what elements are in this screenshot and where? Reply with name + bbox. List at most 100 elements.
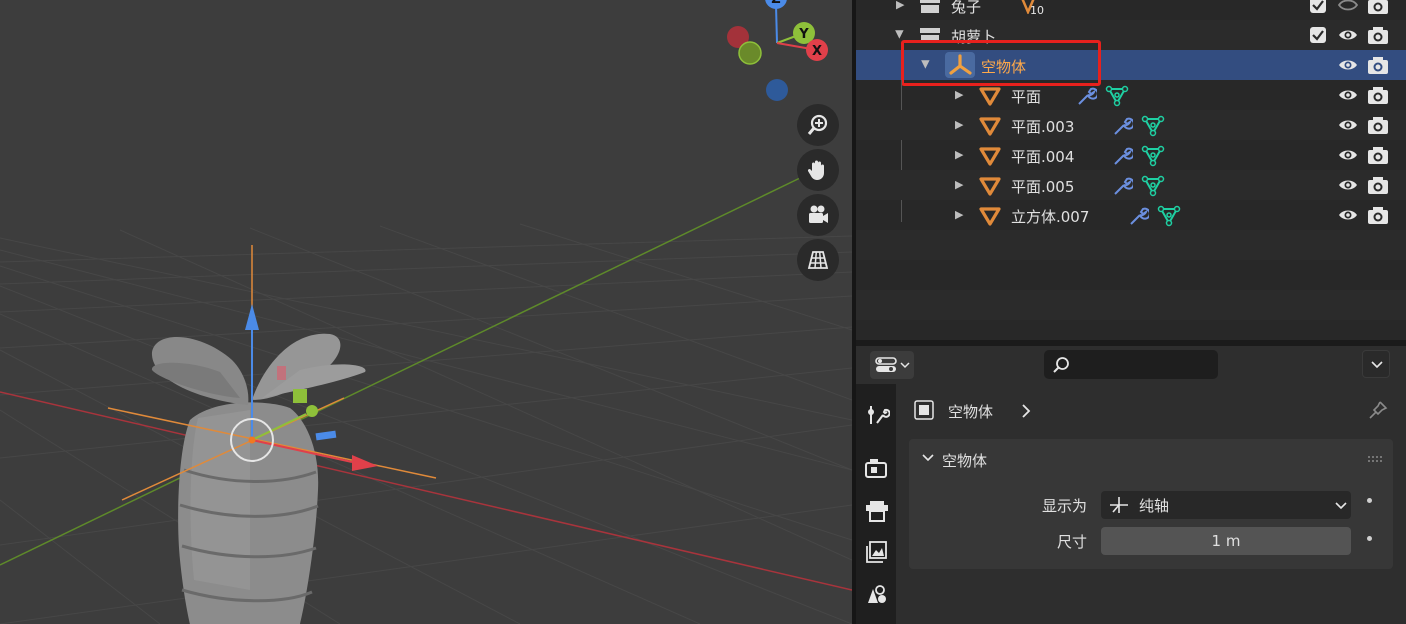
pan-button[interactable] <box>797 149 839 191</box>
pin-icon[interactable] <box>1368 400 1388 420</box>
chevron-down-icon[interactable] <box>921 453 935 463</box>
exclude-checkbox[interactable] <box>1309 0 1327 14</box>
expand-arrow-icon[interactable]: ▶ <box>955 88 963 101</box>
outliner-row[interactable]: ▶ 立方体.007 <box>856 200 1406 230</box>
outliner-empty-row <box>856 290 1406 320</box>
keyframe-dot[interactable] <box>1367 536 1372 541</box>
visibility-eye-icon[interactable] <box>1337 176 1359 194</box>
outliner-item-label: 平面 <box>1011 88 1042 106</box>
outliner-row[interactable]: ▶ 平面.005 <box>856 170 1406 200</box>
properties-editor-icon <box>875 357 897 372</box>
expand-arrow-icon[interactable]: ▶ <box>955 148 963 161</box>
display-as-label: 显示为 <box>1041 497 1087 515</box>
output-properties-icon[interactable] <box>864 499 890 525</box>
empty-object-panel: 空物体 显示为 纯轴 尺寸 1 m <box>909 439 1393 569</box>
modifier-wrench-icon[interactable] <box>1075 85 1097 107</box>
render-camera-icon[interactable] <box>1367 145 1389 165</box>
gizmo-z-label: Z <box>771 0 780 7</box>
render-properties-icon[interactable] <box>864 456 890 482</box>
camera-icon <box>809 205 828 223</box>
mesh-data-icon[interactable] <box>1157 204 1181 228</box>
properties-search-field[interactable] <box>1044 350 1218 379</box>
render-camera-icon[interactable] <box>1367 55 1389 75</box>
mesh-object-icon <box>979 117 1001 136</box>
outliner-item-label: 兔子 <box>951 0 982 16</box>
size-value: 1 m <box>1211 532 1241 550</box>
chevron-right-icon <box>1022 404 1031 418</box>
modifier-wrench-icon[interactable] <box>1111 175 1133 197</box>
editor-type-dropdown[interactable] <box>870 351 914 379</box>
perspective-toggle-button[interactable] <box>797 239 839 281</box>
zoom-button[interactable] <box>797 104 839 146</box>
mesh-data-icon[interactable] <box>1141 144 1165 168</box>
zoom-icon <box>807 114 828 135</box>
visibility-eye-icon[interactable] <box>1337 26 1359 44</box>
properties-tab-bar <box>856 384 896 624</box>
outliner-item-label: 立方体.007 <box>1011 208 1090 226</box>
breadcrumb-object-name: 空物体 <box>948 403 994 421</box>
tool-settings-icon[interactable] <box>864 402 890 428</box>
properties-editor[interactable]: 空物体 空物体 显示为 纯轴 尺寸 1 m <box>856 346 1406 624</box>
modifier-wrench-icon[interactable] <box>1127 205 1149 227</box>
outliner-item-label: 平面.005 <box>1011 178 1075 196</box>
mesh-object-icon <box>979 207 1001 226</box>
3d-viewport[interactable]: Z Y X <box>0 0 852 624</box>
outliner-row[interactable]: ▶ 平面.003 <box>856 110 1406 140</box>
mesh-object-icon <box>979 177 1001 196</box>
expand-arrow-icon[interactable]: ▶ <box>955 178 963 191</box>
panel-title[interactable]: 空物体 <box>942 450 987 471</box>
outliner-row[interactable]: ▶ 平面.004 <box>856 140 1406 170</box>
modifier-wrench-icon[interactable] <box>1111 145 1133 167</box>
mesh-object-icon <box>979 87 1001 106</box>
visibility-eye-icon[interactable] <box>1337 86 1359 104</box>
mesh-data-icon[interactable] <box>1105 84 1129 108</box>
plain-axes-icon <box>1110 497 1128 513</box>
exclude-checkbox[interactable] <box>1309 26 1327 44</box>
perspective-grid-icon <box>807 251 829 269</box>
hand-pan-icon <box>807 160 824 180</box>
scene-properties-icon[interactable] <box>864 581 890 607</box>
display-as-dropdown[interactable]: 纯轴 <box>1101 491 1351 519</box>
outliner-item-label: 平面.004 <box>1011 148 1075 166</box>
render-camera-icon[interactable] <box>1367 175 1389 195</box>
search-input[interactable] <box>1074 354 1214 376</box>
visibility-eye-icon[interactable] <box>1337 0 1359 14</box>
render-camera-icon[interactable] <box>1367 115 1389 135</box>
drag-handle-icon[interactable] <box>1367 455 1383 463</box>
keyframe-dot[interactable] <box>1367 498 1372 503</box>
mesh-data-icon[interactable] <box>1141 174 1165 198</box>
size-label: 尺寸 <box>1056 533 1087 551</box>
expand-arrow-icon[interactable]: ▶ <box>894 30 907 38</box>
render-camera-icon[interactable] <box>1367 85 1389 105</box>
chevron-down-icon <box>900 362 910 369</box>
visibility-eye-icon[interactable] <box>1337 116 1359 134</box>
outliner-item-label: 平面.003 <box>1011 118 1075 136</box>
size-number-field[interactable]: 1 m <box>1101 527 1351 555</box>
modifier-wrench-icon[interactable] <box>1111 115 1133 137</box>
search-icon <box>1053 357 1069 373</box>
gizmo-y-label: Y <box>798 27 809 42</box>
expand-arrow-icon[interactable]: ▶ <box>955 208 963 221</box>
visibility-eye-icon[interactable] <box>1337 206 1359 224</box>
render-camera-icon[interactable] <box>1367 0 1389 15</box>
chevron-down-icon <box>1371 361 1383 369</box>
visibility-eye-icon[interactable] <box>1337 146 1359 164</box>
expand-arrow-icon[interactable]: ▶ <box>955 118 963 131</box>
viewport-scene: Z Y X <box>0 0 852 624</box>
carrot-model[interactable] <box>151 333 366 624</box>
expand-arrow-icon[interactable]: ▶ <box>896 0 904 11</box>
options-dropdown-button[interactable] <box>1362 350 1390 378</box>
visibility-eye-icon[interactable] <box>1337 56 1359 74</box>
gizmo-x-label: X <box>812 44 822 59</box>
floor-grid <box>0 223 852 624</box>
outliner-empty-row <box>856 230 1406 260</box>
outliner-row[interactable]: ▶ 平面 <box>856 80 1406 110</box>
outliner[interactable]: ▶ 兔子 10 ▶ 胡萝卜 ▶ 空物体 ▶ 平面 ▶ 平面.003 ▶ 平面.0… <box>856 0 1406 340</box>
render-camera-icon[interactable] <box>1367 25 1389 45</box>
mesh-object-icon <box>979 147 1001 166</box>
camera-view-button[interactable] <box>797 194 839 236</box>
view-layer-icon[interactable] <box>864 539 890 565</box>
outliner-row[interactable]: ▶ 兔子 10 <box>856 0 1406 20</box>
mesh-data-icon[interactable] <box>1141 114 1165 138</box>
render-camera-icon[interactable] <box>1367 205 1389 225</box>
